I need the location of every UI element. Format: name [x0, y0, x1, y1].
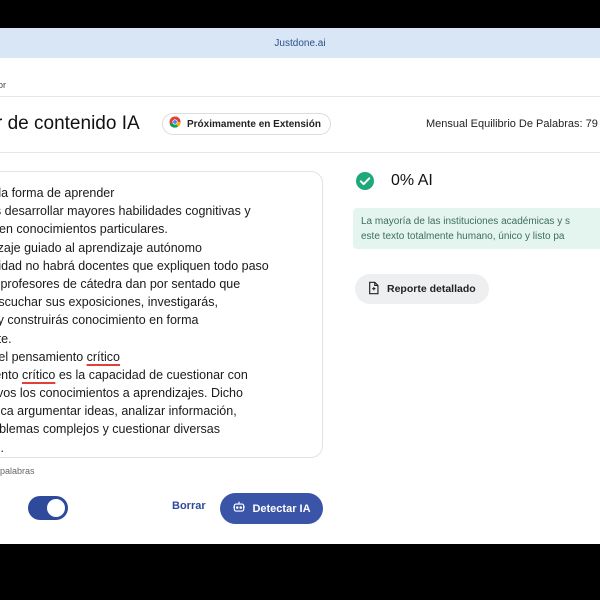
- editor-line-text: rte en conocimientos particulares.: [0, 222, 168, 237]
- extension-badge[interactable]: Próximamente en Extensión: [162, 113, 331, 135]
- extension-badge-label: Próximamente en Extensión: [187, 118, 321, 130]
- editor-line-text: ersidad no habrá docentes que expliquen …: [0, 258, 269, 273]
- editor-line: e escuchar sus exposiciones, investigará…: [0, 293, 321, 311]
- editor-line: exivos los conocimientos a aprendizajes.…: [0, 384, 321, 402]
- editor-line: miento crítico es la capacidad de cuesti…: [0, 366, 321, 384]
- spelling-error[interactable]: crítico: [87, 350, 120, 364]
- editor-line-text: e escuchar sus exposiciones, investigará…: [0, 295, 218, 310]
- clear-button[interactable]: Borrar: [172, 500, 206, 512]
- editor-line: o del pensamiento crítico: [0, 348, 321, 366]
- editor-line: vas.: [0, 439, 321, 457]
- app-window: Justdone.ai or r de contenido IA Próxima…: [0, 28, 600, 544]
- detect-ai-label: Detectar IA: [252, 502, 311, 515]
- word-balance: Mensual Equilibrio De Palabras: 79: [426, 118, 598, 130]
- robot-icon: [232, 500, 246, 517]
- editor-line-text: ás y construirás conocimiento en forma: [0, 313, 199, 328]
- editor-line: ndizaje guiado al aprendizaje autónomo: [0, 239, 321, 257]
- breadcrumb[interactable]: or: [0, 80, 6, 90]
- editor-line-text: ndizaje guiado al aprendizaje autónomo: [0, 240, 202, 255]
- chrome-icon: [169, 115, 181, 133]
- toggle-knob: [47, 499, 65, 517]
- editor-line: ersidad no habrá docentes que expliquen …: [0, 257, 321, 275]
- toggle-switch[interactable]: [28, 496, 68, 520]
- editor-line-text: iente.: [0, 331, 12, 346]
- word-count: palabras: [0, 466, 35, 476]
- editor-line: bes desarrollar mayores habilidades cogn…: [0, 202, 321, 220]
- editor-line-text: problemas complejos y cuestionar diversa…: [0, 422, 220, 437]
- editor-line: iente.: [0, 330, 321, 348]
- document-icon: [367, 281, 380, 298]
- editor-line-text: nplica argumentar ideas, analizar inform…: [0, 404, 237, 419]
- editor-line-text: en la forma de aprender: [0, 186, 115, 200]
- detailed-report-button[interactable]: Reporte detallado: [355, 274, 489, 304]
- editor-line-text: los profesores de cátedra dan por sentad…: [0, 276, 241, 291]
- editor-line: ás y construirás conocimiento en forma: [0, 311, 321, 329]
- divider: [0, 152, 600, 153]
- detailed-report-label: Reporte detallado: [387, 283, 476, 295]
- result-message: La mayoría de las instituciones académic…: [353, 208, 600, 249]
- editor-line-text: exivos los conocimientos a aprendizajes.…: [0, 386, 243, 401]
- editor-line: en la forma de aprender: [0, 184, 321, 202]
- editor-line-text: es la capacidad de cuestionar con: [55, 367, 248, 382]
- editor-content[interactable]: en la forma de aprender bes desarrollar m…: [0, 184, 321, 457]
- page-title: r de contenido IA: [0, 113, 140, 134]
- result-message-line: este texto totalmente humano, único y li…: [361, 231, 565, 242]
- editor-line-text: bes desarrollar mayores habilidades cogn…: [0, 204, 251, 219]
- editor-line: rte en conocimientos particulares.: [0, 220, 321, 238]
- browser-url-bar[interactable]: Justdone.ai: [0, 28, 600, 58]
- editor-line: nplica argumentar ideas, analizar inform…: [0, 402, 321, 420]
- url-text: Justdone.ai: [274, 37, 326, 49]
- detect-ai-button[interactable]: Detectar IA: [220, 493, 323, 524]
- ai-score: 0% AI: [391, 172, 433, 189]
- editor-line: problemas complejos y cuestionar diversa…: [0, 420, 321, 438]
- text-editor[interactable]: en la forma de aprender bes desarrollar m…: [0, 171, 323, 458]
- spelling-error[interactable]: crítico: [22, 368, 55, 382]
- result-message-line: La mayoría de las instituciones académic…: [361, 216, 570, 227]
- divider: [0, 96, 600, 97]
- editor-line: los profesores de cátedra dan por sentad…: [0, 275, 321, 293]
- editor-line-text: o del pensamiento: [0, 349, 84, 364]
- editor-line-text: vas.: [0, 440, 4, 455]
- editor-line-text: miento: [0, 367, 19, 382]
- check-circle-icon: [355, 171, 375, 191]
